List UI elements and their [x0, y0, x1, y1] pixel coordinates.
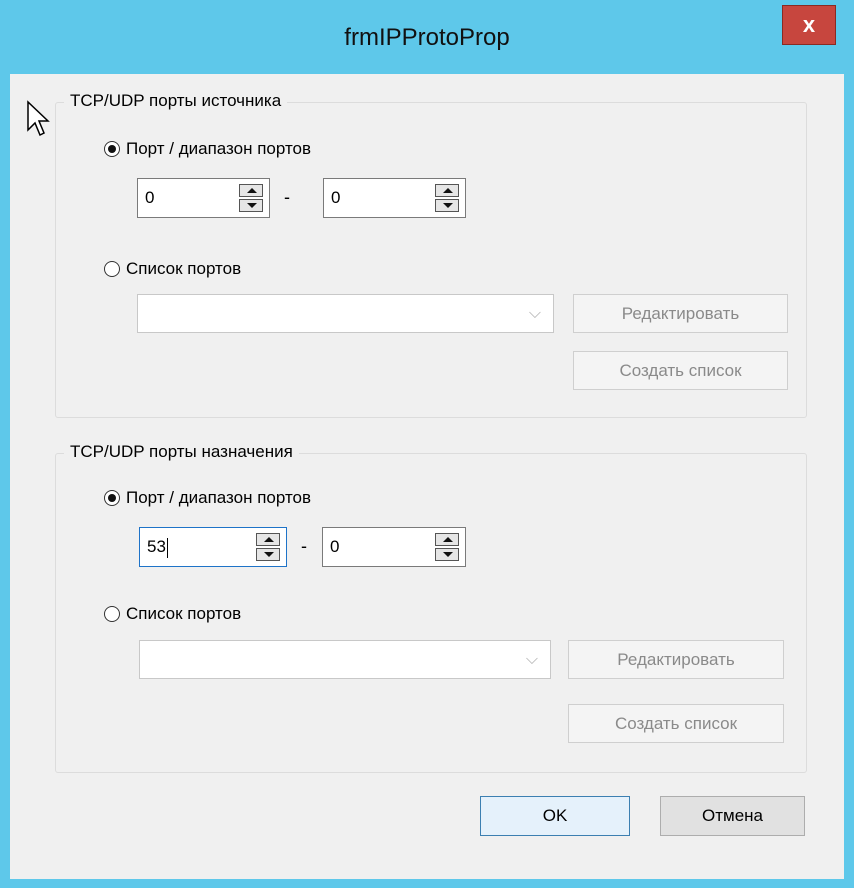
cancel-button[interactable]: Отмена [660, 796, 805, 836]
close-button[interactable]: x [782, 5, 836, 45]
source-list-radio-label: Список портов [126, 259, 242, 278]
source-create-list-button[interactable]: Создать список [573, 351, 788, 390]
text-caret [166, 537, 168, 558]
dest-range-separator: - [301, 536, 307, 556]
source-port-to-spin-buttons[interactable] [435, 184, 459, 212]
spin-down-icon[interactable] [435, 548, 459, 561]
source-ports-group-title: TCP/UDP порты источника [64, 91, 288, 111]
source-ports-group: TCP/UDP порты источника Порт / диапазон … [55, 91, 807, 418]
dest-range-radio-label: Порт / диапазон портов [126, 488, 312, 507]
dest-port-from-spinner[interactable]: 53 [139, 527, 287, 567]
spin-up-icon[interactable] [256, 533, 280, 546]
source-list-radio[interactable]: Список портов [104, 259, 241, 279]
source-port-to-value[interactable]: 0 [331, 188, 340, 208]
dest-ports-group-title: TCP/UDP порты назначения [64, 442, 299, 462]
spin-up-icon[interactable] [435, 533, 459, 546]
dest-port-from-value[interactable]: 53 [147, 537, 168, 558]
dest-port-from-spin-buttons[interactable] [256, 533, 280, 561]
dest-ports-group: TCP/UDP порты назначения Порт / диапазон… [55, 442, 807, 773]
source-edit-button[interactable]: Редактировать [573, 294, 788, 333]
dest-port-to-spinner[interactable]: 0 [322, 527, 466, 567]
source-range-radio-label: Порт / диапазон портов [126, 139, 312, 158]
spin-up-icon[interactable] [239, 184, 263, 197]
spin-up-icon[interactable] [435, 184, 459, 197]
dest-list-radio-label: Список портов [126, 604, 242, 623]
dest-port-to-spin-buttons[interactable] [435, 533, 459, 561]
source-range-separator: - [284, 187, 290, 207]
dest-list-radio[interactable]: Список портов [104, 604, 241, 624]
spin-down-icon[interactable] [435, 199, 459, 212]
source-port-from-spinner[interactable]: 0 [137, 178, 270, 218]
dest-port-to-value[interactable]: 0 [330, 537, 339, 557]
mouse-pointer-icon [26, 100, 52, 145]
dest-port-list-combo[interactable]: ⌵ [139, 640, 551, 679]
dialog-window: frmIPProtoProp x TCP/UDP порты источника… [0, 0, 854, 888]
radio-checked-icon[interactable] [104, 490, 120, 506]
dest-create-list-button[interactable]: Создать список [568, 704, 784, 743]
ok-button[interactable]: OK [480, 796, 630, 836]
chevron-down-icon[interactable]: ⌵ [529, 305, 541, 323]
radio-checked-icon[interactable] [104, 141, 120, 157]
radio-unchecked-icon[interactable] [104, 606, 120, 622]
source-port-to-spinner[interactable]: 0 [323, 178, 466, 218]
dest-edit-button[interactable]: Редактировать [568, 640, 784, 679]
source-range-radio[interactable]: Порт / диапазон портов [104, 139, 311, 159]
radio-unchecked-icon[interactable] [104, 261, 120, 277]
dest-range-radio[interactable]: Порт / диапазон портов [104, 488, 311, 508]
source-port-list-combo[interactable]: ⌵ [137, 294, 554, 333]
dialog-client-area: TCP/UDP порты источника Порт / диапазон … [10, 74, 844, 879]
chevron-down-icon[interactable]: ⌵ [526, 651, 538, 669]
source-port-from-spin-buttons[interactable] [239, 184, 263, 212]
window-title: frmIPProtoProp [344, 24, 510, 51]
spin-down-icon[interactable] [239, 199, 263, 212]
title-bar[interactable]: frmIPProtoProp x [0, 0, 854, 76]
spin-down-icon[interactable] [256, 548, 280, 561]
source-port-from-value[interactable]: 0 [145, 188, 154, 208]
